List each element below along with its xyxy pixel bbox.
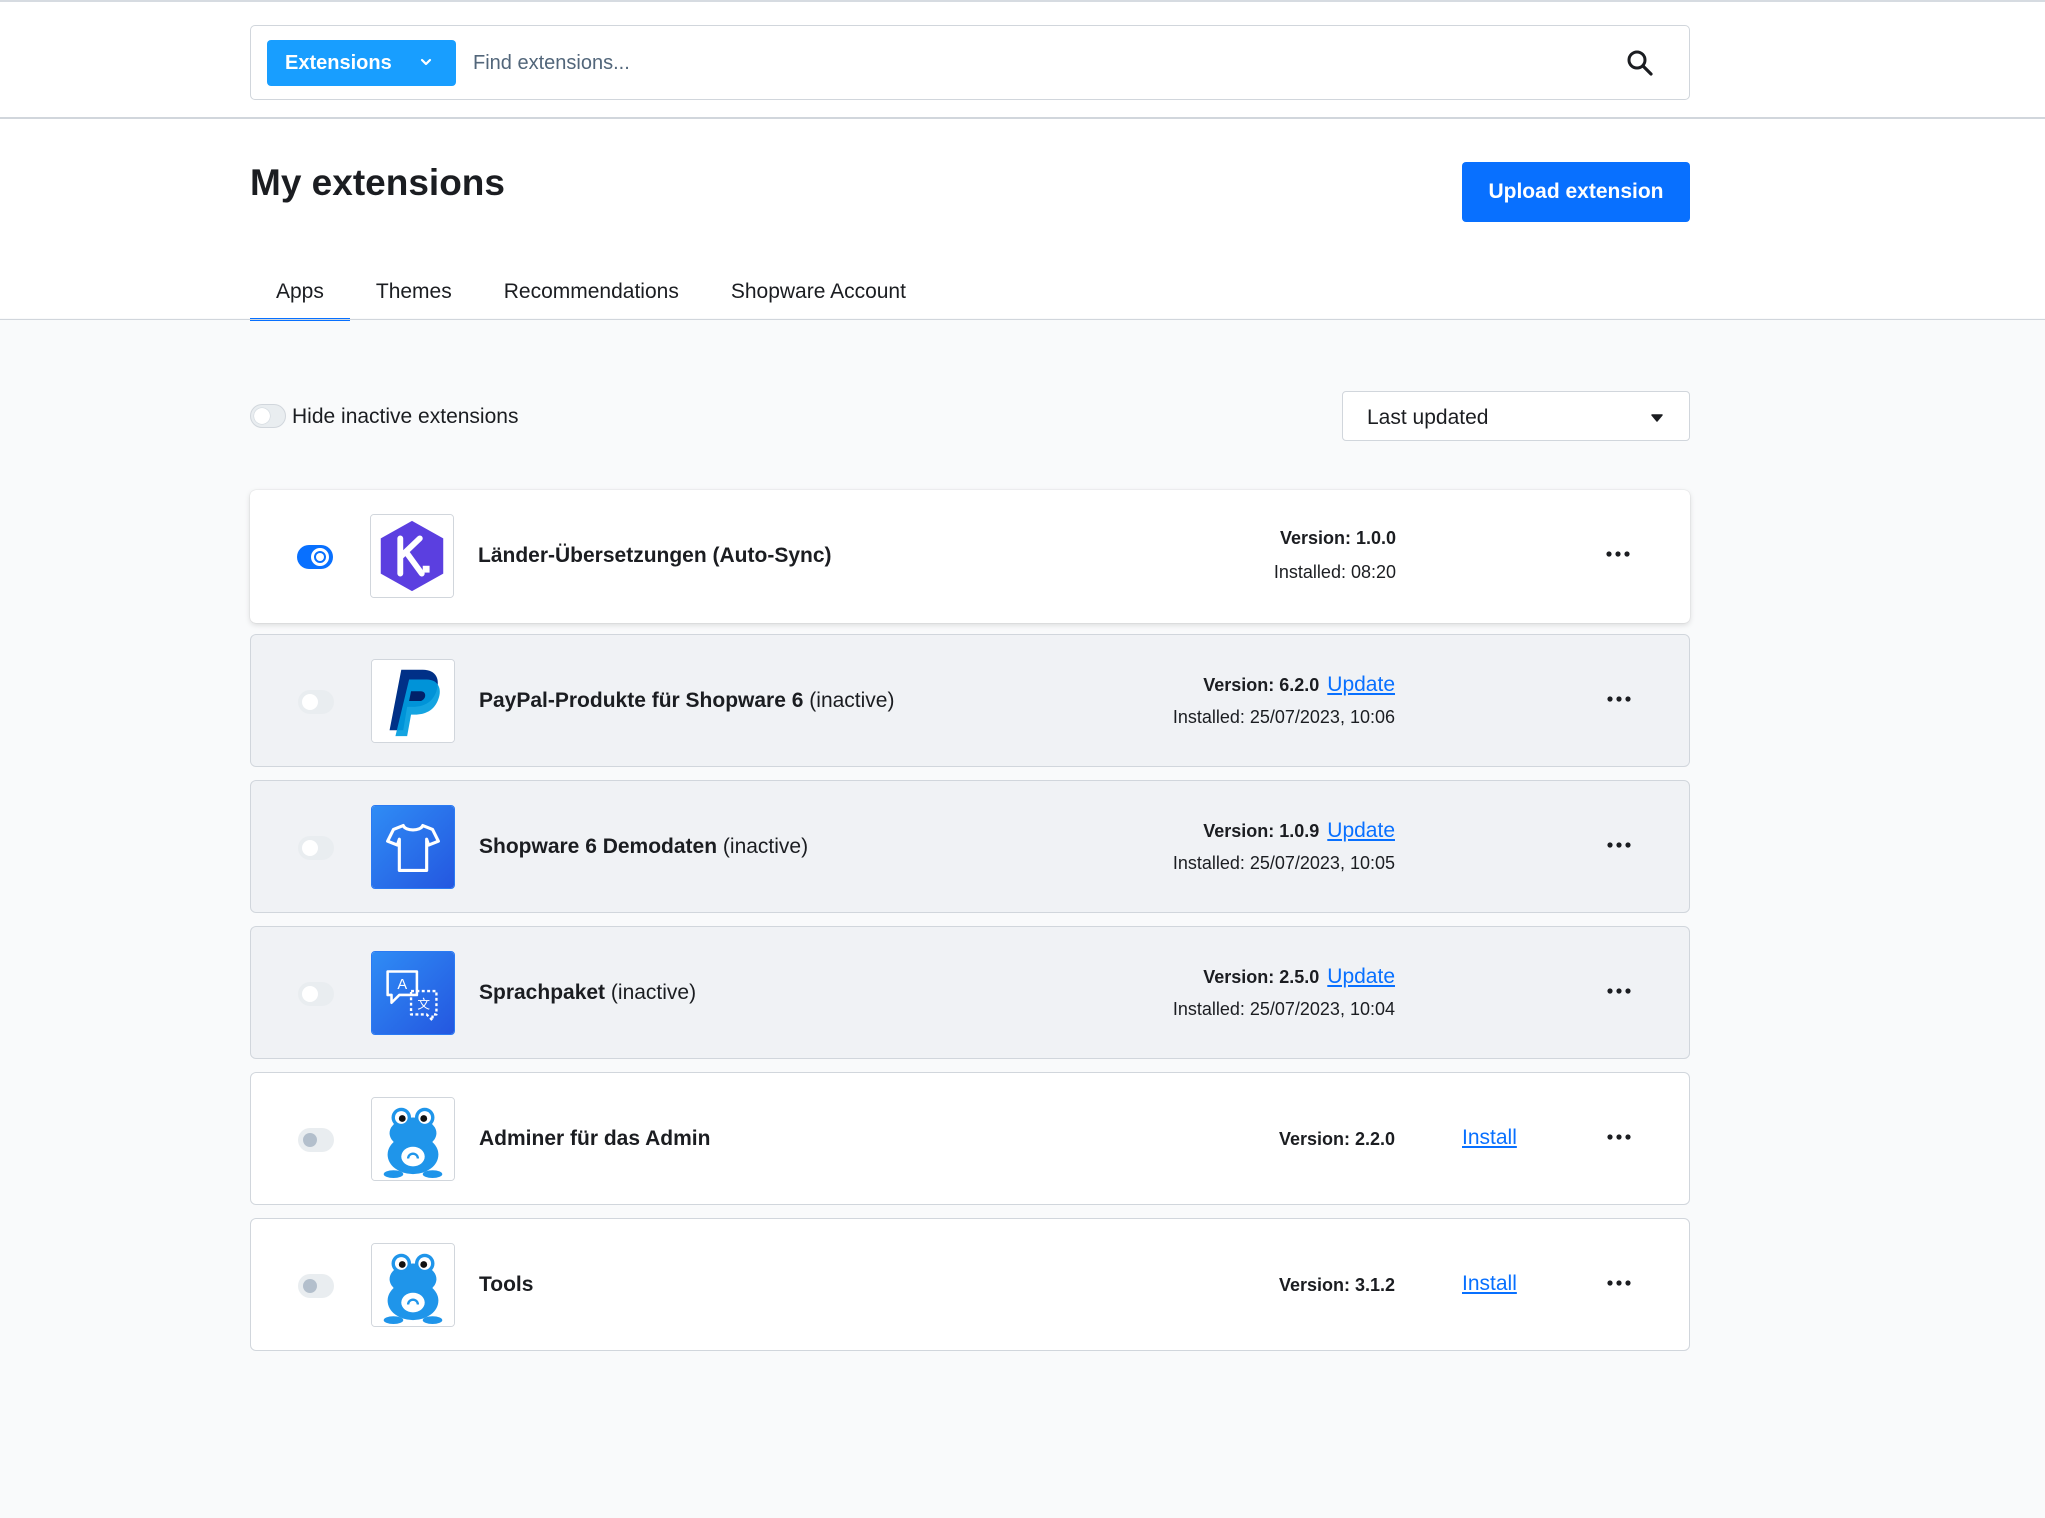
more-options-icon[interactable] bbox=[1605, 689, 1633, 709]
paypal-icon bbox=[372, 660, 454, 742]
extension-icon bbox=[370, 514, 454, 598]
extension-card: PayPal-Produkte für Shopware 6 (inactive… bbox=[250, 634, 1690, 767]
install-link[interactable]: Install bbox=[1462, 1272, 1517, 1296]
search-bar: Extensions bbox=[250, 25, 1690, 100]
extension-installed: Installed: 08:20 bbox=[1273, 562, 1396, 582]
tab-themes[interactable]: Themes bbox=[350, 274, 478, 320]
install-link[interactable]: Install bbox=[1462, 1126, 1517, 1150]
extension-name: Sprachpaket (inactive) bbox=[479, 981, 697, 1004]
extension-icon bbox=[371, 1097, 455, 1181]
extensions-type-dropdown[interactable]: Extensions bbox=[267, 40, 456, 86]
tab-recommendations[interactable]: Recommendations bbox=[478, 274, 705, 320]
extension-icon bbox=[371, 1243, 455, 1327]
hide-inactive-toggle[interactable] bbox=[250, 404, 286, 428]
sort-select-value: Last updated bbox=[1367, 406, 1489, 429]
more-options-icon[interactable] bbox=[1605, 835, 1633, 855]
sort-select[interactable]: Last updated bbox=[1342, 391, 1690, 441]
extension-active-toggle[interactable] bbox=[298, 1128, 334, 1152]
toggle-knob bbox=[302, 986, 318, 1002]
tab-apps[interactable]: Apps bbox=[250, 274, 350, 321]
extension-card: Adminer für das Admin Version: 2.2.0 Ins… bbox=[250, 1072, 1690, 1205]
toggle-knob bbox=[303, 1133, 317, 1147]
extension-version: Version: 2.2.0 bbox=[1278, 1129, 1395, 1149]
update-link[interactable]: Update bbox=[1327, 673, 1395, 696]
extension-active-toggle[interactable] bbox=[297, 545, 333, 569]
extension-icon bbox=[371, 805, 455, 889]
extension-name: Länder-Übersetzungen (Auto-Sync) bbox=[478, 544, 832, 567]
extension-card: Tools Version: 3.1.2 Install bbox=[250, 1218, 1690, 1351]
toggle-knob bbox=[311, 548, 329, 566]
more-options-icon[interactable] bbox=[1605, 981, 1633, 1001]
extension-version: Version: 3.1.2 bbox=[1278, 1275, 1395, 1295]
more-options-icon[interactable] bbox=[1604, 544, 1632, 564]
extension-active-toggle[interactable] bbox=[298, 982, 334, 1006]
tab-bar: Apps Themes Recommendations Shopware Acc… bbox=[250, 274, 932, 321]
extension-name: PayPal-Produkte für Shopware 6 (inactive… bbox=[479, 689, 895, 712]
more-options-icon[interactable] bbox=[1605, 1127, 1633, 1147]
extension-active-toggle[interactable] bbox=[298, 690, 334, 714]
more-options-icon[interactable] bbox=[1605, 1273, 1633, 1293]
tabs-divider bbox=[0, 319, 2045, 320]
extension-card: Shopware 6 Demodaten (inactive) Version:… bbox=[250, 780, 1690, 913]
extension-installed: Installed: 25/07/2023, 10:06 bbox=[1172, 707, 1395, 727]
extension-icon: A 文 bbox=[371, 951, 455, 1035]
toggle-knob bbox=[302, 694, 318, 710]
upload-extension-button[interactable]: Upload extension bbox=[1462, 162, 1690, 222]
tshirt-icon bbox=[372, 806, 454, 888]
search-input[interactable] bbox=[473, 40, 1563, 86]
extension-version: Version: 6.2.0 Update bbox=[1203, 673, 1395, 696]
update-link[interactable]: Update bbox=[1327, 965, 1395, 988]
toggle-knob bbox=[302, 840, 318, 856]
extension-name: Tools bbox=[479, 1273, 534, 1296]
extension-active-toggle[interactable] bbox=[298, 1274, 334, 1298]
tab-shopware-account[interactable]: Shopware Account bbox=[705, 274, 932, 320]
extension-icon bbox=[371, 659, 455, 743]
frog-icon bbox=[372, 1098, 454, 1180]
extension-version: Version: 1.0.9 Update bbox=[1203, 819, 1395, 842]
k-hexagon-icon bbox=[371, 515, 453, 597]
translate-icon: A 文 bbox=[372, 952, 454, 1034]
search-icon[interactable] bbox=[1625, 48, 1655, 78]
extension-installed: Installed: 25/07/2023, 10:04 bbox=[1172, 999, 1395, 1019]
chevron-down-icon bbox=[420, 58, 432, 66]
hide-inactive-label: Hide inactive extensions bbox=[292, 405, 519, 428]
extension-installed: Installed: 25/07/2023, 10:05 bbox=[1172, 853, 1395, 873]
extension-card: A 文 Sprachpaket (inactive) Version: 2.5.… bbox=[250, 926, 1690, 1059]
extension-active-toggle[interactable] bbox=[298, 836, 334, 860]
frog-icon bbox=[372, 1244, 454, 1326]
caret-down-icon bbox=[1651, 414, 1663, 422]
extensions-type-label: Extensions bbox=[285, 51, 392, 74]
extension-name: Adminer für das Admin bbox=[479, 1127, 711, 1150]
header-area: Extensions My extensions Upload extensio… bbox=[0, 0, 2045, 321]
toggle-knob bbox=[254, 408, 270, 424]
svg-text:A: A bbox=[397, 977, 407, 993]
page-title: My extensions bbox=[250, 162, 505, 203]
extension-version: Version: 2.5.0 Update bbox=[1203, 965, 1395, 988]
extension-card: Länder-Übersetzungen (Auto-Sync) Version… bbox=[250, 490, 1690, 623]
search-bar-region: Extensions bbox=[0, 4, 2045, 119]
extension-version: Version: 1.0.0 bbox=[1279, 528, 1396, 548]
toggle-knob bbox=[303, 1279, 317, 1293]
update-link[interactable]: Update bbox=[1327, 819, 1395, 842]
svg-text:文: 文 bbox=[417, 998, 430, 1012]
extension-name: Shopware 6 Demodaten (inactive) bbox=[479, 835, 809, 858]
